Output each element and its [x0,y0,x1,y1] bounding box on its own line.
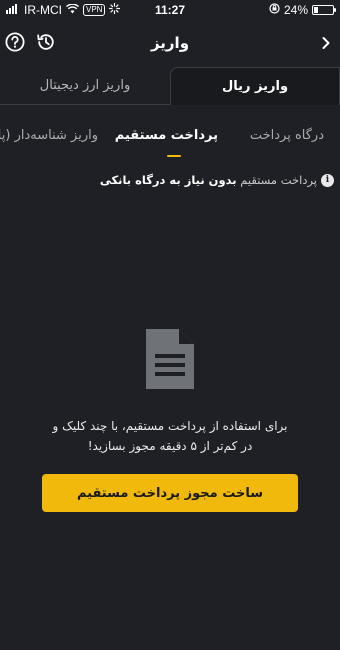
tab-rial-deposit[interactable]: واریز ریال [170,67,340,105]
tab-id-deposit[interactable]: واریز شناسه‌دار (پا [0,128,98,143]
battery-percent: 24% [283,3,308,17]
info-icon: i [321,173,334,187]
info-text-bold: بدون نیاز به درگاه بانکی [99,173,237,187]
info-text-regular: پرداخت مستقیم [240,173,317,187]
status-bar: IR-MCI VPN 11:27 24% [0,0,340,20]
create-direct-payment-permit-button[interactable]: ساخت مجوز پرداخت مستقیم [42,474,298,512]
status-right: 24% [269,3,336,17]
deposit-type-tabs: واریز ریال واریز ارز دیجیتال [0,67,340,105]
tab-crypto-deposit[interactable]: واریز ارز دیجیتال [0,67,170,105]
page-title: واریز [150,34,190,52]
rotation-lock-icon [269,3,280,17]
info-note: i پرداخت مستقیم بدون نیاز به درگاه بانکی [0,170,340,190]
active-tab-indicator [167,155,181,157]
tab-payment-gateway[interactable]: درگاه پرداخت [250,128,324,143]
battery-icon [312,5,336,15]
header: واریز [0,26,340,62]
empty-state-text: برای استفاده از پرداخت مستقیم، با چند کل… [20,416,320,456]
payment-method-tabs: درگاه پرداخت پرداخت مستقیم واریز شناسه‌د… [0,120,340,160]
empty-state-line-2: در کم‌تر از ۵ دقیقه مجوز بسازید! [87,439,253,453]
info-text: پرداخت مستقیم بدون نیاز به درگاه بانکی [100,173,317,187]
back-button[interactable] [314,32,338,56]
tab-direct-payment[interactable]: پرداخت مستقیم [115,128,218,143]
document-icon [143,326,197,396]
empty-state-line-1: برای استفاده از پرداخت مستقیم، با چند کل… [52,419,288,433]
chevron-right-icon [320,35,332,54]
